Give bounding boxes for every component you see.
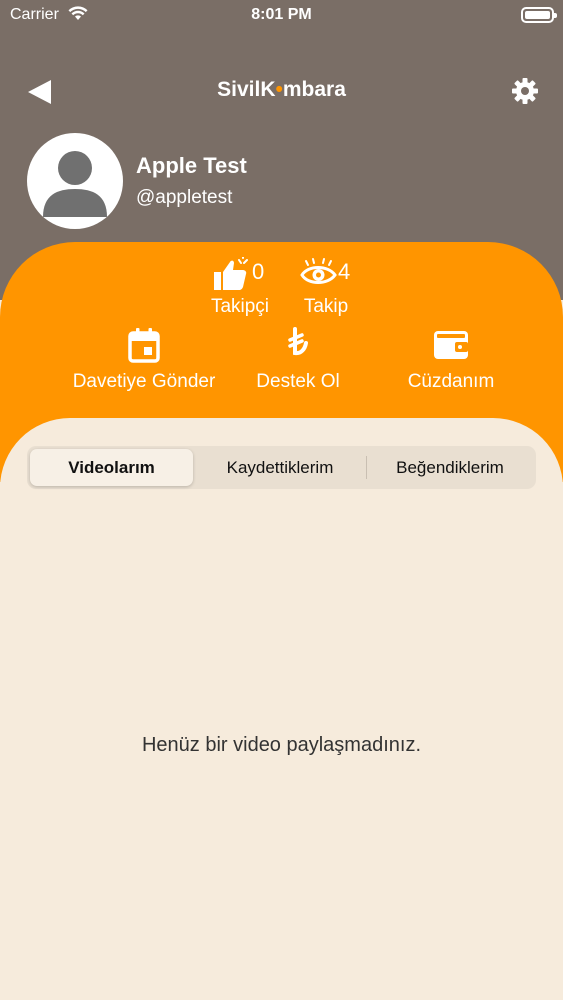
eye-icon xyxy=(300,258,337,284)
support-label: Destek Ol xyxy=(256,371,340,392)
invite-label: Davetiye Gönder xyxy=(72,371,216,392)
wallet-button[interactable]: Cüzdanım xyxy=(384,327,518,397)
lira-icon xyxy=(288,327,308,356)
profile-tabs: Videolarım Kaydettiklerim Beğendiklerim xyxy=(27,446,536,489)
logo-piggy-mark: • xyxy=(275,78,283,101)
following-count: 4 xyxy=(338,259,351,284)
following-stat[interactable]: 4 Takip xyxy=(300,255,380,325)
navigation-bar: SivilK•mbara xyxy=(0,70,563,114)
avatar[interactable] xyxy=(27,133,123,229)
invite-button[interactable]: Davetiye Gönder xyxy=(52,327,236,397)
battery-icon xyxy=(521,7,557,23)
tab-my-videos[interactable]: Videolarım xyxy=(30,449,193,486)
support-button[interactable]: Destek Ol xyxy=(240,327,356,397)
followers-count: 0 xyxy=(252,259,265,284)
wallet-icon xyxy=(434,331,468,359)
user-silhouette-icon xyxy=(43,151,107,217)
followers-stat[interactable]: 0 Takipçi xyxy=(208,255,288,325)
profile-header: Apple Test @appletest xyxy=(27,133,547,229)
calendar-icon xyxy=(128,328,160,363)
thumbs-up-icon xyxy=(214,257,248,290)
gear-icon[interactable] xyxy=(511,77,539,105)
app-logo: SivilK•mbara xyxy=(0,78,563,102)
logo-text-k: K xyxy=(260,78,276,101)
logo-text-mbara: mbara xyxy=(282,78,346,101)
logo-text-sivil: Sivil xyxy=(217,78,261,101)
clock: 8:01 PM xyxy=(251,6,312,23)
tab-liked[interactable]: Beğendiklerim xyxy=(367,449,533,486)
profile-handle: @appletest xyxy=(136,187,233,208)
tab-saved[interactable]: Kaydettiklerim xyxy=(194,449,366,486)
wallet-label: Cüzdanım xyxy=(407,371,495,392)
following-label: Takip xyxy=(303,296,349,317)
profile-name: Apple Test xyxy=(136,153,247,178)
empty-state-message: Henüz bir video paylaşmadınız. xyxy=(141,734,422,756)
followers-label: Takipçi xyxy=(210,296,270,317)
content-area xyxy=(0,418,563,1000)
status-bar: Carrier 8:01 PM xyxy=(0,0,563,30)
